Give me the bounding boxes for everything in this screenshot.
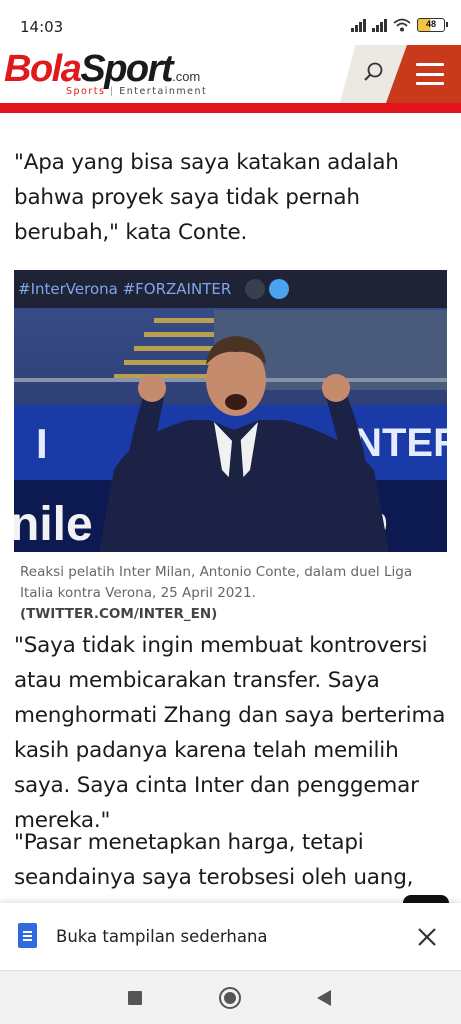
- simplified-view-button[interactable]: Buka tampilan sederhana: [56, 927, 268, 946]
- logo-bola: Bola: [4, 48, 82, 90]
- status-bar: 14:03 48: [0, 0, 461, 50]
- status-time: 14:03: [20, 18, 64, 36]
- logo-tag-sports: Sports: [66, 86, 106, 97]
- signal-icon: [372, 18, 387, 32]
- logo-tag-entertainment: Entertainment: [119, 86, 208, 97]
- caption-text: Reaksi pelatih Inter Milan, Antonio Cont…: [20, 564, 413, 601]
- simplified-view-prompt: Buka tampilan sederhana: [0, 903, 461, 970]
- battery-icon: 48: [417, 18, 448, 32]
- header-accent-bar: [0, 103, 461, 113]
- board-text-bottom-left: nile: [14, 498, 93, 551]
- document-icon: [18, 923, 37, 948]
- home-circle-icon[interactable]: [219, 987, 241, 1009]
- photo-caption: Reaksi pelatih Inter Milan, Antonio Cont…: [20, 562, 440, 625]
- article-photo[interactable]: I INTER nile 00 #InterVerona #FORZAINTER: [14, 270, 447, 552]
- hamburger-menu-icon[interactable]: [416, 63, 444, 85]
- article-paragraph: "Pasar menetapkan harga, tetapi seandain…: [14, 830, 414, 890]
- board-text-left: I: [36, 420, 48, 467]
- signal-icon: [351, 18, 366, 32]
- bolasport-logo[interactable]: BolaSport.com Sports | Entertainment: [4, 47, 206, 101]
- system-nav-bar: [0, 970, 461, 1024]
- logo-sport: Sport: [80, 48, 173, 90]
- search-icon[interactable]: [363, 61, 385, 83]
- caption-source: (TWITTER.COM/INTER_EN): [20, 606, 218, 622]
- photo-illustration: I INTER nile 00 #InterVerona #FORZAINTER: [14, 270, 447, 552]
- article-paragraph: "Saya tidak ingin membuat kontroversi at…: [14, 633, 446, 833]
- logo-com: .com: [172, 69, 201, 84]
- close-icon[interactable]: [415, 925, 439, 949]
- status-icons: 48: [351, 18, 448, 32]
- wifi-icon: [393, 18, 411, 32]
- article-paragraph: "Apa yang bisa saya katakan adalah bahwa…: [14, 150, 399, 245]
- back-triangle-icon[interactable]: [317, 990, 331, 1006]
- recents-square-icon[interactable]: [128, 991, 142, 1005]
- logo-tagline: Sports | Entertainment: [66, 86, 208, 97]
- site-header: BolaSport.com Sports | Entertainment: [0, 45, 461, 103]
- photo-hashtags: #InterVerona #FORZAINTER: [18, 280, 231, 298]
